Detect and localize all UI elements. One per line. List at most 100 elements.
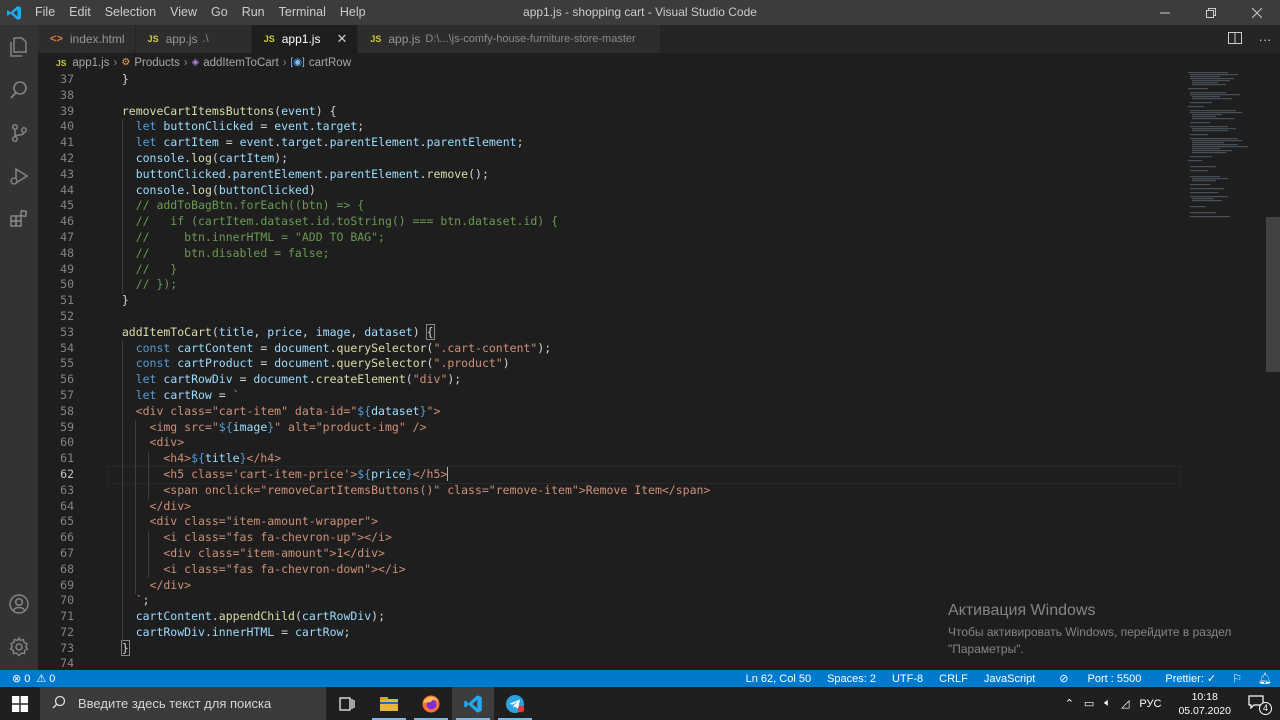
tab-app-js[interactable]: JS app.js .\ [135, 25, 252, 53]
vscode-taskbar-icon[interactable] [452, 687, 494, 720]
clock-time: 10:18 [1191, 690, 1218, 703]
firefox-taskbar-icon[interactable] [410, 687, 452, 720]
cursor-position[interactable]: Ln 62, Col 50 [738, 673, 819, 685]
close-tab-icon[interactable]: ✕ [336, 31, 347, 47]
file-explorer-taskbar-icon[interactable] [368, 687, 410, 720]
clock[interactable]: 10:18 05.07.2020 [1166, 690, 1243, 718]
chevron-up-icon[interactable]: ⌃ [1060, 697, 1079, 710]
extensions-icon[interactable] [0, 197, 38, 240]
code-line: } [108, 293, 129, 308]
taskbar-search[interactable]: Введите здесь текст для поиска [40, 687, 326, 720]
status-bar-right: Ln 62, Col 50 Spaces: 2 UTF-8 CRLF JavaS… [738, 670, 1280, 687]
run-debug-icon[interactable] [0, 154, 38, 197]
line-number: 38 [60, 87, 74, 102]
start-button[interactable] [0, 687, 40, 720]
chevron-right-icon: › [113, 56, 118, 69]
breadcrumb-method[interactable]: addItemToCart [203, 57, 278, 69]
action-center-icon[interactable]: 4 [1243, 695, 1280, 715]
line-number: 54 [60, 340, 74, 355]
tab-description: .\ [202, 33, 209, 45]
menu-help[interactable]: Help [333, 0, 373, 25]
input-language[interactable]: РУС [1134, 698, 1166, 710]
indent-guide [122, 119, 123, 294]
code-line: let cartRow = ` [108, 387, 240, 402]
line-number: 47 [60, 229, 74, 244]
source-control-icon[interactable] [0, 111, 38, 154]
restore-button[interactable] [1188, 0, 1234, 25]
task-view-button[interactable] [326, 687, 368, 720]
problems-indicator[interactable]: ⊗ 0 ⚠ 0 [0, 672, 55, 686]
settings-gear-icon[interactable] [0, 625, 38, 668]
close-window-button[interactable] [1234, 0, 1280, 25]
accounts-icon[interactable] [0, 582, 38, 625]
window-controls [1142, 0, 1280, 25]
code-line: let buttonClicked = event.target; [108, 119, 365, 134]
menu-run[interactable]: Run [235, 0, 272, 25]
volume-icon[interactable]: 🔈︎ [1099, 697, 1116, 710]
menu-go[interactable]: Go [204, 0, 235, 25]
line-number: 55 [60, 356, 74, 371]
tab-index-html[interactable]: <> index.html [38, 25, 136, 53]
tab-app1-js[interactable]: JS app1.js ✕ [251, 25, 359, 53]
indent-guide [148, 452, 149, 499]
menu-selection[interactable]: Selection [98, 0, 163, 25]
network-icon[interactable]: ◿ [1116, 697, 1134, 710]
code-content[interactable]: } removeCartItemsButtons(event) { let bu… [107, 72, 1181, 670]
line-number: 68 [60, 561, 74, 576]
menu-file[interactable]: File [28, 0, 62, 25]
code-line: let cartItem = event.target.parentElemen… [108, 135, 524, 150]
line-number: 65 [60, 514, 74, 529]
encoding[interactable]: UTF-8 [884, 673, 931, 685]
line-number: 52 [60, 308, 74, 323]
code-line: console.log(cartItem); [108, 150, 289, 165]
js-file-icon: JS [263, 34, 275, 44]
menu-view[interactable]: View [163, 0, 204, 25]
battery-icon[interactable]: ▭ [1079, 697, 1099, 710]
menu-edit[interactable]: Edit [62, 0, 98, 25]
activity-bar [0, 25, 38, 670]
line-number: 51 [60, 293, 74, 308]
prettier-status[interactable]: Prettier: ✓ [1157, 672, 1224, 685]
live-server-port[interactable]: ⊘ Port : 5500 [1043, 672, 1157, 685]
more-actions-icon[interactable]: ··· [1250, 32, 1280, 47]
line-number: 53 [60, 324, 74, 339]
notifications-bell-icon[interactable]: 🔔︎ [1250, 672, 1280, 685]
vertical-scrollbar[interactable] [1266, 72, 1280, 670]
line-number: 59 [60, 419, 74, 434]
line-number: 67 [60, 545, 74, 560]
indent-guide [135, 420, 136, 594]
line-number: 46 [60, 214, 74, 229]
minimize-button[interactable] [1142, 0, 1188, 25]
telegram-taskbar-icon[interactable] [494, 687, 536, 720]
explorer-icon[interactable] [0, 25, 38, 68]
line-number: 50 [60, 277, 74, 292]
activation-title: Активация Windows [948, 602, 1096, 619]
scrollbar-thumb[interactable] [1266, 217, 1280, 372]
end-of-line[interactable]: CRLF [931, 673, 976, 685]
js-file-icon: JS [56, 57, 67, 68]
breadcrumb-class[interactable]: Products [134, 57, 179, 69]
search-icon[interactable] [0, 68, 38, 111]
tab-app-js-external[interactable]: JS app.js D:\...\js-comfy-house-furnitur… [358, 25, 661, 53]
code-line: let cartRowDiv = document.createElement(… [108, 372, 462, 387]
system-tray: ⌃ ▭ 🔈︎ ◿ РУС 10:18 05.07.2020 4 [1060, 687, 1280, 720]
breadcrumb: JS app1.js › ⚙ Products › ◈ addItemToCar… [38, 53, 1280, 72]
warning-icon: ⚠ [36, 673, 47, 685]
minimap[interactable] [1186, 72, 1266, 670]
menu-terminal[interactable]: Terminal [272, 0, 333, 25]
code-line: </div> [108, 498, 192, 513]
feedback-icon[interactable]: ⚐ [1224, 672, 1250, 685]
windows-taskbar: Введите здесь текст для поиска ⌃ ▭ 🔈︎ ◿ … [0, 687, 1280, 720]
code-line: <div> [108, 435, 185, 450]
line-number: 62 [60, 466, 74, 481]
code-line: const cartProduct = document.querySelect… [108, 356, 510, 371]
breadcrumb-variable[interactable]: cartRow [309, 57, 351, 69]
split-editor-icon[interactable] [1220, 31, 1250, 48]
language-mode[interactable]: JavaScript [976, 673, 1043, 685]
indent-guide [122, 341, 123, 642]
indentation[interactable]: Spaces: 2 [819, 673, 884, 685]
breadcrumb-file[interactable]: app1.js [72, 57, 109, 69]
code-editor[interactable]: 37 38 39 40 41 42 43 44 45 46 47 48 49 5… [38, 72, 1280, 670]
